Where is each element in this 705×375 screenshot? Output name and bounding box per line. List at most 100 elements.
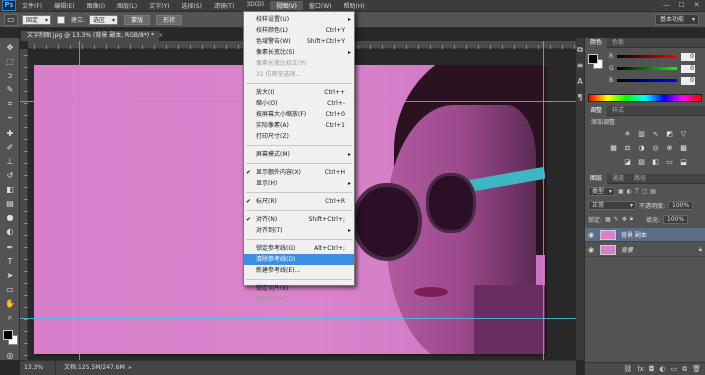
- posterize-icon[interactable]: ▨: [637, 158, 646, 166]
- tab-channels[interactable]: 通道: [607, 174, 629, 184]
- view-menu-item[interactable]: ✔ 对齐(N) Shift+Ctrl+;: [244, 214, 354, 225]
- channel-mixer-icon[interactable]: ⊕: [665, 144, 674, 152]
- menu-item[interactable]: 图像(I): [81, 1, 111, 10]
- tab-layers[interactable]: 图层: [585, 174, 608, 184]
- green-slider[interactable]: [617, 67, 677, 70]
- view-menu-item[interactable]: ✔ 显示额外内容(X) Ctrl+H: [244, 167, 354, 178]
- marquee-tool-icon[interactable]: ▭: [4, 13, 18, 26]
- view-menu-item[interactable]: 放大(I) Ctrl++: [244, 87, 354, 98]
- view-menu-item[interactable]: 色域警告(W) Shift+Ctrl+Y: [244, 36, 354, 47]
- view-menu-item[interactable]: 显示(H) ▸: [244, 178, 354, 189]
- lock-all-icon[interactable]: 🔒︎: [630, 215, 633, 223]
- red-slider-row[interactable]: R 0: [609, 52, 703, 61]
- guide-vertical-left[interactable]: [79, 41, 80, 360]
- opacity-field[interactable]: 100%: [668, 200, 694, 210]
- pen-tool-icon[interactable]: ✒: [3, 242, 17, 253]
- shape-button[interactable]: 形状: [156, 14, 183, 25]
- type-tool-icon[interactable]: T: [3, 256, 17, 267]
- view-menu-item[interactable]: 锁定参考线(G) Alt+Ctrl+;: [244, 243, 354, 254]
- clone-stamp-icon[interactable]: ⊥: [3, 156, 17, 167]
- quick-mask-icon[interactable]: ◎: [3, 350, 17, 361]
- brightness-icon[interactable]: ☀: [623, 130, 632, 138]
- fx-icon[interactable]: fx: [637, 365, 644, 373]
- shape-tool-icon[interactable]: ▭: [3, 284, 17, 295]
- view-menu-item[interactable]: 实际像素(A) Ctrl+1: [244, 120, 354, 131]
- vertical-ruler[interactable]: [20, 49, 28, 360]
- guide-vertical-right[interactable]: [543, 41, 544, 360]
- view-menu-item[interactable]: 打印尺寸(Z): [244, 131, 354, 142]
- menu-item[interactable]: 视图(V): [270, 1, 303, 10]
- color-spectrum-bar[interactable]: [588, 94, 702, 102]
- zoom-level-field[interactable]: 13.3%: [20, 361, 56, 375]
- new-group-icon[interactable]: ▭: [670, 365, 677, 373]
- visibility-eye-icon[interactable]: ◉: [585, 246, 597, 254]
- anti-alias-checkbox[interactable]: [57, 15, 66, 24]
- menu-item[interactable]: 帮助(H): [338, 1, 371, 10]
- workspace-select[interactable]: 基本功能: [654, 14, 699, 25]
- status-menu-arrow-icon[interactable]: ▸: [129, 361, 132, 375]
- foreground-color-swatch[interactable]: [3, 330, 13, 340]
- tab-styles[interactable]: 样式: [607, 106, 629, 116]
- vibrance-icon[interactable]: ▽: [679, 130, 688, 138]
- dodge-tool-icon[interactable]: ◐: [3, 226, 17, 237]
- lock-paint-icon[interactable]: ✎: [614, 216, 619, 223]
- brush-tool-icon[interactable]: ✐: [3, 142, 17, 153]
- shape-filter-icon[interactable]: ▢: [642, 188, 648, 195]
- view-menu-item[interactable]: 校样设置(U) ▸: [244, 14, 354, 25]
- gradient-map-icon[interactable]: ▭: [665, 158, 674, 166]
- history-brush-icon[interactable]: ↺: [3, 170, 17, 181]
- menu-item[interactable]: 滤镜(T): [208, 1, 240, 10]
- red-slider[interactable]: [617, 55, 677, 58]
- exposure-icon[interactable]: ◩: [665, 130, 674, 138]
- green-slider-row[interactable]: G 0: [609, 64, 703, 73]
- tab-paths[interactable]: 路径: [629, 174, 651, 184]
- zoom-tool-icon[interactable]: ⌕: [3, 312, 17, 323]
- blue-slider[interactable]: [617, 79, 677, 82]
- quick-select-tool-icon[interactable]: ✎: [3, 84, 17, 95]
- blend-mode-select[interactable]: 正常: [588, 200, 636, 210]
- tab-adjustments[interactable]: 调整: [585, 106, 608, 116]
- trash-icon[interactable]: 🗑︎: [692, 365, 701, 373]
- blue-value-field[interactable]: 0: [681, 76, 695, 85]
- new-layer-icon[interactable]: ⧉: [682, 365, 687, 374]
- path-select-icon[interactable]: ➤: [3, 270, 17, 281]
- type-filter-icon[interactable]: T: [635, 188, 639, 195]
- photo-filter-icon[interactable]: ◎: [651, 144, 660, 152]
- link-layers-icon[interactable]: ⛓: [623, 365, 632, 373]
- visibility-eye-icon[interactable]: ◉: [585, 231, 597, 239]
- new-adjustment-icon[interactable]: ◐: [659, 365, 665, 373]
- menu-item[interactable]: 文件(F): [16, 1, 48, 10]
- eraser-tool-icon[interactable]: ◧: [3, 184, 17, 195]
- guide-horizontal-bottom[interactable]: [20, 318, 576, 319]
- move-tool-icon[interactable]: ✥: [3, 42, 17, 53]
- hand-tool-icon[interactable]: ✋: [3, 298, 17, 309]
- marquee-tool-icon[interactable]: ⬚: [3, 56, 17, 67]
- tab-swatches[interactable]: 色板: [607, 38, 629, 48]
- view-menu-item[interactable]: 锁定切片(K): [244, 283, 354, 294]
- layer-row-background-copy[interactable]: ◉ 背景 副本: [585, 228, 705, 242]
- black-white-icon[interactable]: ◑: [637, 144, 646, 152]
- view-menu-item[interactable]: 屏幕模式(M) ▸: [244, 149, 354, 160]
- lasso-tool-icon[interactable]: ↄ: [3, 70, 17, 81]
- layer-row-background[interactable]: ◉ 背景 🔒︎: [585, 243, 705, 257]
- view-menu-item[interactable]: 新建参考线(E)...: [244, 265, 354, 276]
- view-menu-item[interactable]: 清除参考线(D): [244, 254, 354, 265]
- selective-color-icon[interactable]: ⬓: [679, 158, 688, 166]
- healing-brush-icon[interactable]: ✚: [3, 128, 17, 139]
- view-menu-item[interactable]: 对齐到(T) ▸: [244, 225, 354, 236]
- crop-tool-icon[interactable]: ⌗: [3, 98, 17, 109]
- gradient-tool-icon[interactable]: ▤: [3, 198, 17, 209]
- view-menu-item[interactable]: 校样颜色(L) Ctrl+Y: [244, 25, 354, 36]
- menu-item[interactable]: 选择(S): [175, 1, 208, 10]
- view-menu-item[interactable]: ✔ 标尺(R) Ctrl+R: [244, 196, 354, 207]
- add-mask-icon[interactable]: ◘: [649, 365, 655, 373]
- curves-icon[interactable]: ∿: [651, 130, 660, 138]
- document-tab[interactable]: 文字制图.jpg @ 13.3% (背景 副本, RGB/8*) * ×: [20, 30, 163, 41]
- blue-slider-row[interactable]: B 0: [609, 76, 703, 85]
- invert-icon[interactable]: ◪: [623, 158, 632, 166]
- pixel-filter-icon[interactable]: ▣: [618, 188, 624, 195]
- blur-tool-icon[interactable]: ●: [3, 212, 17, 223]
- threshold-icon[interactable]: ◧: [651, 158, 660, 166]
- lock-pixels-icon[interactable]: ▦: [605, 216, 611, 223]
- create-select[interactable]: 选区: [89, 14, 119, 26]
